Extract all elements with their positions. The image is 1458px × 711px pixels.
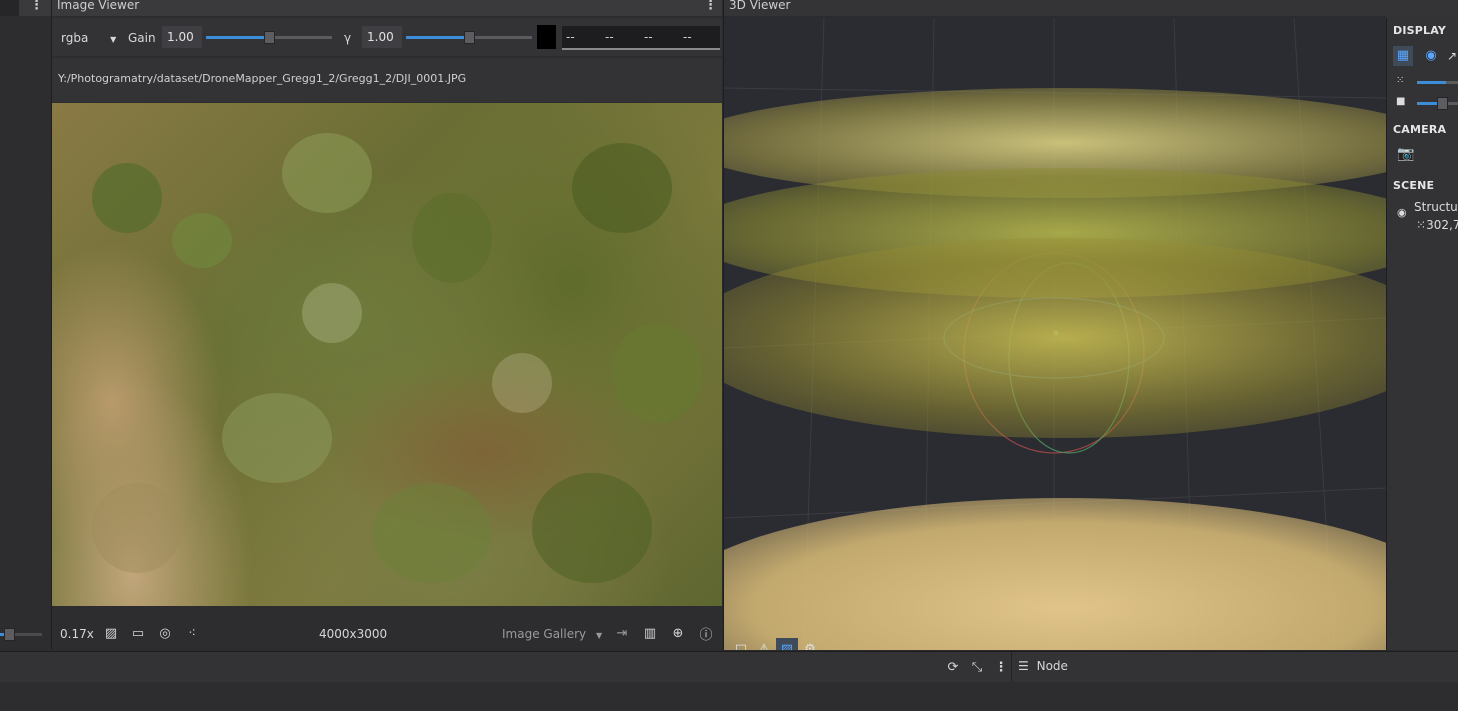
node-tab[interactable]: ☰ Node: [1018, 659, 1068, 673]
distortion-icon[interactable]: ◎: [155, 623, 175, 643]
point-cloud-canvas[interactable]: □ ⚠ ▨ ⚙: [724, 18, 1386, 650]
globe-icon[interactable]: ⊕: [668, 623, 688, 643]
gamma-slider[interactable]: [406, 31, 532, 44]
warning-icon[interactable]: ⚠: [753, 638, 775, 651]
hatch-overlay-icon[interactable]: ▨: [101, 623, 121, 643]
image-gallery-select[interactable]: Image Gallery ▼: [502, 627, 602, 641]
image-viewer-statusbar: 0.17x ▨ ▭ ◎ ⁖ 4000x3000 Image Gallery ▼ …: [52, 606, 722, 650]
image-viewer-pane: Image Viewer ⋮ rgba ▼ Gain 1.00 γ 1.00 -…: [52, 0, 722, 650]
channel-value-r: --: [562, 26, 603, 50]
origin-icon[interactable]: ◉: [1421, 46, 1441, 66]
gain-field[interactable]: 1.00: [162, 26, 202, 48]
channel-mode-select[interactable]: rgba ▼: [61, 28, 116, 48]
grid-hatch-icon[interactable]: ▨: [776, 638, 798, 650]
load-icon[interactable]: ⇥: [612, 623, 632, 643]
image-path: Y:/Photogramatry/dataset/DroneMapper_Gre…: [58, 72, 467, 85]
left-panel-header-block: [0, 0, 19, 16]
viewer-3d-toolbar: □ ⚠ ▨ ⚙: [726, 638, 822, 650]
aerial-image[interactable]: [52, 103, 722, 606]
color-swatch: [537, 25, 556, 49]
info-icon[interactable]: ⓘ: [696, 623, 716, 643]
gamma-field[interactable]: 1.00: [362, 26, 402, 48]
square-icon[interactable]: □: [730, 638, 752, 651]
channel-mode-value: rgba: [61, 31, 89, 45]
left-panel-strip: ⋮: [0, 0, 52, 650]
node-label: Node: [1036, 659, 1068, 673]
image-resolution: 4000x3000: [319, 627, 388, 641]
pin-icon[interactable]: ↗: [1447, 46, 1458, 66]
camera-section-title: CAMERA: [1393, 123, 1447, 136]
gain-label: Gain: [128, 31, 156, 45]
chevron-down-icon: ▼: [110, 35, 117, 44]
gain-slider[interactable]: [206, 31, 332, 44]
image-gallery-label: Image Gallery: [502, 627, 587, 641]
frame-icon[interactable]: ▭: [128, 623, 148, 643]
point-size-slider[interactable]: [1417, 81, 1458, 84]
channel-value-b: --: [640, 26, 681, 50]
viewer-3d-pane: 3D Viewer □ ⚠ ▨ ⚙: [723, 0, 1386, 650]
point-size-icon: ⁙: [1396, 75, 1405, 86]
camera-icon[interactable]: 📷: [1397, 146, 1414, 162]
bottom-toolbar: ⟳ ⤡ ⋮ ☰ Node: [0, 651, 1458, 682]
more-vertical-icon[interactable]: ⋮: [991, 657, 1011, 677]
bottom-panel: [0, 682, 1458, 711]
bottom-divider: [1011, 652, 1012, 682]
visibility-eye-icon[interactable]: ◉: [1397, 206, 1407, 219]
camera-scale-slider[interactable]: [1417, 97, 1458, 110]
viewer-3d-title: 3D Viewer: [729, 0, 791, 12]
channel-value-g: --: [601, 26, 642, 50]
image-path-bar: Y:/Photogramatry/dataset/DroneMapper_Gre…: [52, 58, 722, 102]
scene-item-count-value: 302,7: [1426, 218, 1458, 232]
left-panel-header: ⋮: [0, 0, 51, 16]
features-icon[interactable]: ⁖: [182, 623, 202, 643]
image-viewer-title: Image Viewer: [57, 0, 140, 12]
zoom-level: 0.17x: [60, 627, 94, 641]
left-slider[interactable]: [0, 628, 42, 641]
display-section-title: DISPLAY: [1393, 24, 1447, 37]
settings-icon[interactable]: ⚙: [799, 638, 821, 651]
more-vertical-icon[interactable]: ⋮: [30, 0, 43, 12]
grid-icon[interactable]: ▦: [1393, 46, 1413, 66]
image-viewer-header: Image Viewer: [52, 0, 722, 16]
scene-item-name: Structur: [1414, 200, 1458, 214]
collapse-icon[interactable]: ⤡: [967, 657, 987, 677]
chevron-down-icon: ▼: [595, 631, 603, 640]
gamma-label: γ: [344, 31, 352, 45]
scene-item-count: ⁙302,7: [1416, 218, 1458, 232]
viewer-3d-header: 3D Viewer: [724, 0, 1386, 16]
camera-size-icon: ■: [1396, 96, 1406, 107]
refresh-icon[interactable]: ⟳: [943, 657, 963, 677]
histogram-icon[interactable]: ▥: [640, 623, 660, 643]
channel-value-a: --: [679, 26, 720, 50]
right-panel-header: [1386, 0, 1458, 18]
image-viewer-toolbar: rgba ▼ Gain 1.00 γ 1.00 -- -- -- --: [52, 18, 722, 56]
sliders-icon: ☰: [1018, 659, 1029, 673]
image-viewer-menu-icon[interactable]: ⋮: [704, 0, 717, 12]
scene-section-title: SCENE: [1393, 179, 1435, 192]
viewer-3d-side-panel: DISPLAY ▦ ◉ ↗ ⁙ ■ CAMERA 📷 SCENE ◉ Struc…: [1386, 18, 1458, 650]
